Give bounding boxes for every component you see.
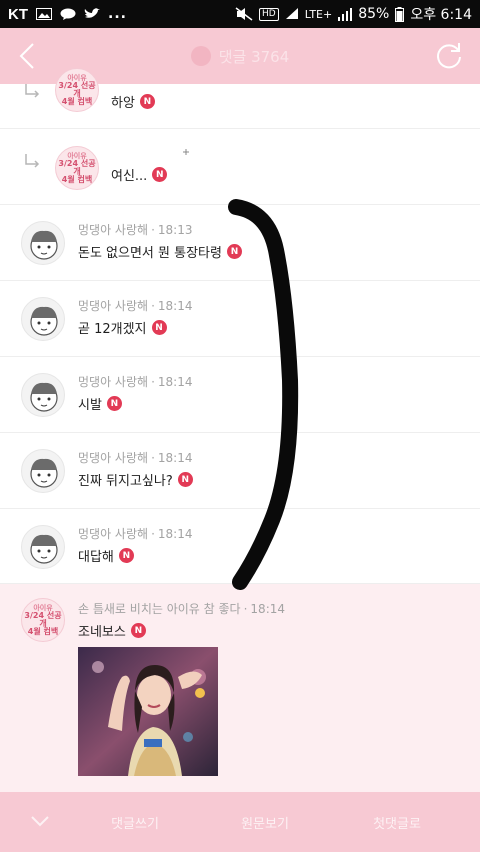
comment-text: 조네보스 N: [78, 621, 146, 640]
comment-count-icon: [190, 46, 211, 66]
comment-text: 곧 12개겠지 N: [78, 318, 167, 337]
comment-meta: 손 틈새로 비치는 아이유 참 좋다 · 18:14: [78, 602, 286, 616]
comment-row[interactable]: 멍댕아 사랑해 · 18:14 진짜 뒤지고싶나? N: [0, 433, 480, 509]
comment-row[interactable]: 멍댕아 사랑해 · 18:14 대답해 N: [0, 509, 480, 584]
first-comment-button[interactable]: 첫댓글로: [357, 792, 437, 852]
network-label: LTE+: [304, 7, 333, 21]
comment-author: 멍댕아 사랑해: [78, 375, 149, 389]
clock: 오후 6:14: [410, 7, 472, 23]
comment-row[interactable]: 아이유 3/24 선공개 4월 컴백 손 틈새로 비치는 아이유 참 좋다 · 18…: [0, 584, 480, 792]
reply-arrow-icon: [25, 154, 40, 168]
comment-author: 손 틈새로 비치는 아이유 참 좋다: [78, 602, 241, 616]
comment-row[interactable]: 아이유 3/24 선공개 4월 컴백 하앙 N: [0, 68, 480, 129]
avatar: 아이유 3/24 선공개 4월 컴백: [55, 146, 99, 190]
comment-meta: 멍댕아 사랑해 · 18:13: [78, 223, 193, 237]
puppy-avatar-icon: [30, 458, 58, 488]
new-badge-icon: N: [118, 548, 134, 563]
new-badge-icon: N: [139, 94, 155, 109]
pen-dot-icon: [183, 149, 189, 155]
new-badge-icon: N: [130, 623, 146, 638]
puppy-avatar-icon: [30, 306, 58, 336]
signal-icon: [338, 8, 353, 21]
comment-row[interactable]: 멍댕아 사랑해 · 18:14 곧 12개겠지 N: [0, 281, 480, 357]
comment-time: 18:14: [250, 602, 286, 616]
new-badge-icon: N: [106, 396, 122, 411]
comment-count-label: 댓글 3764: [218, 47, 290, 66]
comment-row[interactable]: 멍댕아 사랑해 · 18:13 돈도 없으면서 뭔 통장타령 N: [0, 205, 480, 281]
comment-author: 멍댕아 사랑해: [78, 299, 149, 313]
comment-author: 멍댕아 사랑해: [78, 527, 149, 541]
refresh-icon[interactable]: [434, 41, 464, 71]
puppy-avatar-icon: [30, 230, 58, 260]
comment-row[interactable]: 멍댕아 사랑해 · 18:14 시발 N: [0, 357, 480, 433]
reply-arrow-icon: [25, 84, 40, 98]
carrier-label: KT: [8, 5, 28, 23]
avatar: [21, 525, 65, 569]
comment-text: 돈도 없으면서 뭔 통장타령 N: [78, 242, 242, 261]
bottom-bar: 댓글쓰기 원문보기 첫댓글로: [0, 792, 480, 852]
battery-percent: 85%: [358, 6, 390, 22]
twitter-icon: [84, 8, 100, 18]
write-comment-button[interactable]: 댓글쓰기: [95, 792, 175, 852]
avatar: [21, 373, 65, 417]
view-post-button[interactable]: 원문보기: [225, 792, 305, 852]
mute-icon: [235, 7, 253, 21]
avatar: [21, 221, 65, 265]
comment-text: 하앙 N: [111, 92, 155, 111]
avatar: [21, 449, 65, 493]
comment-author: 멍댕아 사랑해: [78, 223, 149, 237]
comment-time: 18:14: [157, 527, 193, 541]
gallery-icon: [36, 8, 52, 20]
comment-text: 대답해 N: [78, 546, 134, 565]
new-badge-icon: N: [177, 472, 193, 487]
back-icon[interactable]: [14, 40, 44, 72]
more-notifications: ...: [108, 6, 127, 22]
puppy-avatar-icon: [30, 382, 58, 412]
new-badge-icon: N: [151, 320, 167, 335]
talk-icon: [60, 8, 76, 20]
avatar: [21, 297, 65, 341]
comment-row[interactable]: 아이유 3/24 선공개 4월 컴백 여신... N: [0, 129, 480, 205]
hd-badge: HD: [259, 7, 279, 21]
comment-photo[interactable]: [78, 647, 218, 776]
battery-icon: [395, 6, 405, 22]
avatar: 아이유 3/24 선공개 4월 컴백: [21, 598, 65, 642]
wifi-icon: [285, 8, 298, 19]
comment-text: 시발 N: [78, 394, 122, 413]
chevron-down-icon[interactable]: [30, 814, 50, 828]
comment-text: 여신... N: [111, 165, 168, 184]
comment-meta: 멍댕아 사랑해 · 18:14: [78, 299, 193, 313]
new-badge-icon: N: [152, 167, 168, 182]
comment-time: 18:14: [157, 375, 193, 389]
comment-time: 18:14: [157, 451, 193, 465]
comment-time: 18:13: [157, 223, 193, 237]
status-bar: KT ... HD LTE+ 85% 오후 6:14: [0, 0, 480, 28]
photo-image: [78, 647, 218, 776]
comment-time: 18:14: [157, 299, 193, 313]
comment-author: 멍댕아 사랑해: [78, 451, 149, 465]
comment-meta: 멍댕아 사랑해 · 18:14: [78, 451, 193, 465]
comment-text: 진짜 뒤지고싶나? N: [78, 470, 193, 489]
comment-meta: 멍댕아 사랑해 · 18:14: [78, 375, 193, 389]
new-badge-icon: N: [226, 244, 242, 259]
comment-meta: 멍댕아 사랑해 · 18:14: [78, 527, 193, 541]
header-title: 댓글 3764: [190, 46, 290, 67]
avatar: 아이유 3/24 선공개 4월 컴백: [55, 68, 99, 112]
puppy-avatar-icon: [30, 534, 58, 564]
